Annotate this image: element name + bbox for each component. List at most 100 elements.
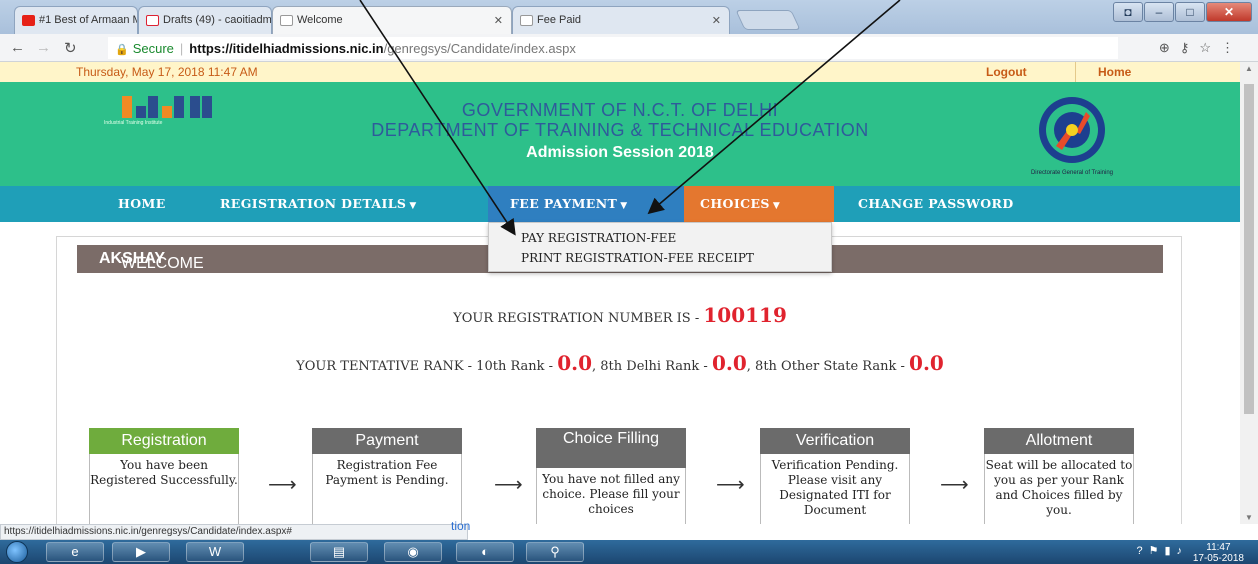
step-body: Verification Pending. Please visit any D…: [760, 454, 910, 524]
rank-other-label: , 8th Other State Rank -: [746, 359, 905, 374]
rank-other-value: 0.0: [909, 351, 944, 375]
tab-youtube[interactable]: #1 Best of Armaan M: [14, 6, 138, 34]
menu-item-pay-registration-fee[interactable]: PAY REGISTRATION-FEE: [521, 231, 676, 245]
rank-label: YOUR TENTATIVE RANK - 10th Rank -: [296, 359, 554, 374]
maximize-icon[interactable]: □: [1175, 2, 1205, 22]
chrome-icon[interactable]: ◉: [384, 542, 442, 562]
minimize-icon[interactable]: –: [1144, 2, 1174, 22]
registration-number-line: YOUR REGISTRATION NUMBER IS - 100119: [57, 303, 1183, 327]
main-nav: HOME REGISTRATION DETAILS ▼ FEE PAYMENT ▼ …: [0, 186, 1240, 222]
browser-tab-strip: #1 Best of Armaan M Drafts (49) - caoiti…: [0, 0, 1258, 34]
menu-item-print-fee-receipt[interactable]: PRINT REGISTRATION-FEE RECEIPT: [521, 251, 754, 265]
scroll-down-icon[interactable]: ▼: [1245, 513, 1253, 522]
tab-gmail-drafts[interactable]: Drafts (49) - caoitiadmis: [138, 6, 272, 34]
clock-date: 17-05-2018: [1192, 553, 1244, 564]
explorer-icon[interactable]: ▤: [310, 542, 368, 562]
lock-icon: 🔒: [115, 44, 129, 56]
step-registration: Registration You have been Registered Su…: [89, 428, 239, 524]
overlap-text: tion: [451, 519, 471, 533]
help-icon[interactable]: ?: [1136, 545, 1148, 557]
address-actions: ⊕⚷☆⋮: [1159, 40, 1244, 56]
reg-label: YOUR REGISTRATION NUMBER IS -: [453, 311, 700, 326]
new-tab-button[interactable]: [735, 10, 801, 30]
scroll-thumb[interactable]: [1244, 84, 1254, 414]
step-title: Verification: [760, 428, 910, 454]
back-icon[interactable]: ←: [10, 39, 25, 56]
date-bar: Thursday, May 17, 2018 11:47 AM Logout H…: [0, 62, 1240, 82]
step-body: You have been Registered Successfully.: [89, 454, 239, 524]
step-payment: Payment Registration Fee Payment is Pend…: [312, 428, 462, 524]
fee-payment-dropdown: PAY REGISTRATION-FEE PRINT REGISTRATION-…: [488, 222, 832, 272]
nav-registration-details[interactable]: REGISTRATION DETAILS ▼: [220, 186, 417, 222]
current-date: Thursday, May 17, 2018 11:47 AM: [76, 65, 258, 79]
arrow-right-icon: ⟶: [268, 474, 297, 496]
start-button-icon[interactable]: [6, 541, 28, 563]
restore-window-icon[interactable]: ◘: [1113, 2, 1143, 22]
nav-label: REGISTRATION DETAILS: [220, 196, 407, 211]
step-title: Payment: [312, 428, 462, 454]
tab-title: Fee Paid: [537, 14, 582, 26]
windows-taskbar: e ▶ W ▤ ◉ ◐ ⚲ ?⚑▮♪ 11:47 17-05-2018: [0, 540, 1258, 564]
page-icon: [520, 15, 533, 26]
step-body: Seat will be allocated to you as per you…: [984, 454, 1134, 524]
tab-welcome[interactable]: Welcome ✕: [272, 6, 512, 34]
page-scrollbar[interactable]: ▲ ▼: [1240, 62, 1258, 524]
step-title: Registration: [89, 428, 239, 454]
firefox-icon[interactable]: ◐: [456, 542, 514, 562]
tool-icon[interactable]: ⚲: [526, 542, 584, 562]
star-icon[interactable]: ☆: [1199, 40, 1221, 55]
registration-number: 100119: [703, 303, 787, 327]
home-link[interactable]: Home: [1098, 65, 1131, 79]
menu-icon[interactable]: ⋮: [1221, 40, 1244, 55]
caret-down-icon: ▼: [772, 201, 781, 211]
tentative-rank-line: YOUR TENTATIVE RANK - 10th Rank - 0.0, 8…: [57, 351, 1183, 375]
nav-choices[interactable]: CHOICES ▼: [684, 186, 834, 222]
step-title: Allotment: [984, 428, 1134, 454]
rank-delhi-label: , 8th Delhi Rank -: [592, 359, 708, 374]
arrow-right-icon: ⟶: [494, 474, 523, 496]
tab-title: #1 Best of Armaan M: [39, 14, 138, 26]
media-player-icon[interactable]: ▶: [112, 542, 170, 562]
clock-time: 11:47: [1206, 542, 1231, 553]
scroll-up-icon[interactable]: ▲: [1245, 64, 1253, 73]
close-window-icon[interactable]: ✕: [1206, 2, 1252, 22]
ie-icon[interactable]: e: [46, 542, 104, 562]
reload-icon[interactable]: ↻: [64, 39, 77, 57]
page-viewport: Thursday, May 17, 2018 11:47 AM Logout H…: [0, 62, 1240, 524]
divider: [1075, 62, 1076, 82]
flag-icon[interactable]: ⚑: [1149, 545, 1165, 557]
separator: |: [179, 41, 184, 56]
nav-change-password[interactable]: CHANGE PASSWORD: [858, 186, 1014, 222]
nav-home[interactable]: HOME: [118, 186, 166, 222]
forward-icon[interactable]: →: [36, 39, 51, 56]
welcome-prefix: WELCOME: [121, 255, 204, 272]
volume-icon[interactable]: ♪: [1177, 545, 1189, 557]
step-choice-filling: Choice Filling You have not filled any c…: [536, 428, 686, 524]
tab-fee-paid[interactable]: Fee Paid ✕: [512, 6, 730, 34]
status-url-text: https://itidelhiadmissions.nic.in/genreg…: [4, 526, 292, 537]
key-icon[interactable]: ⚷: [1180, 40, 1200, 55]
page-icon: [280, 15, 293, 26]
caret-down-icon: ▼: [620, 201, 628, 211]
tab-title: Welcome: [297, 14, 343, 26]
arrow-right-icon: ⟶: [940, 474, 969, 496]
url-input[interactable]: 🔒 Secure | https://itidelhiadmissions.nic.i…: [108, 37, 1118, 59]
taskbar-clock[interactable]: 11:47 17-05-2018: [1193, 542, 1244, 564]
step-body: You have not filled any choice. Please f…: [536, 468, 686, 524]
rank-delhi-value: 0.0: [711, 351, 747, 375]
logout-link[interactable]: Logout: [986, 65, 1027, 79]
close-icon[interactable]: ✕: [712, 14, 721, 27]
step-allotment: Allotment Seat will be allocated to you …: [984, 428, 1134, 524]
nav-fee-payment[interactable]: FEE PAYMENT ▼: [488, 186, 684, 222]
zoom-icon[interactable]: ⊕: [1159, 40, 1180, 55]
word-icon[interactable]: W: [186, 542, 244, 562]
arrow-right-icon: ⟶: [716, 474, 745, 496]
header-banner: Industrial Training Institute GOVERNMENT…: [0, 82, 1240, 186]
url-path: /genregsys/Candidate/index.aspx: [383, 41, 576, 56]
address-bar: ← → ↻ 🔒 Secure | https://itidelhiadmissions…: [0, 34, 1258, 62]
close-icon[interactable]: ✕: [494, 14, 503, 27]
network-icon[interactable]: ▮: [1164, 545, 1176, 557]
system-tray: ?⚑▮♪: [1136, 544, 1188, 557]
tab-title: Drafts (49) - caoitiadmis: [163, 14, 272, 26]
secure-label: Secure: [132, 41, 174, 56]
